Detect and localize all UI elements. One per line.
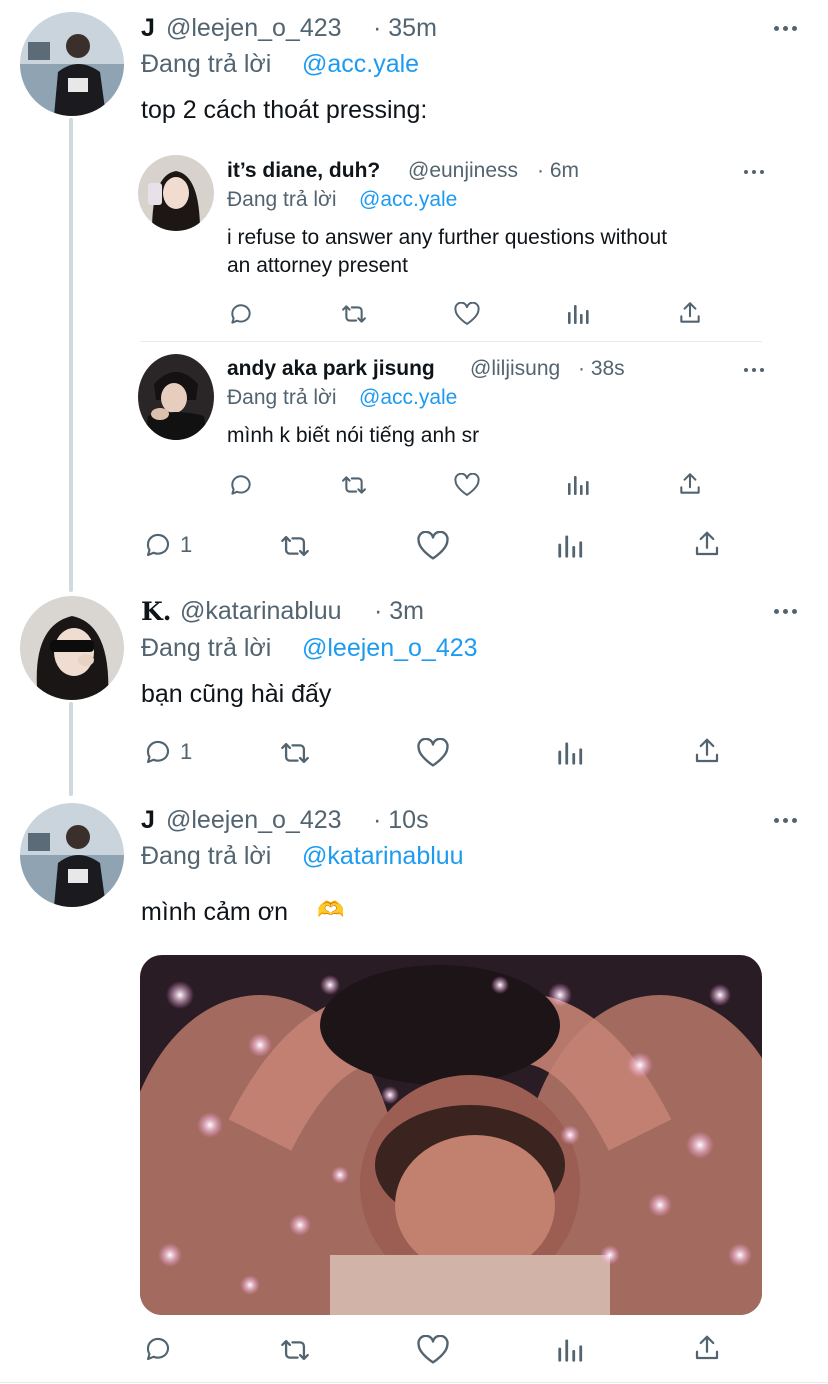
share-button[interactable]: [692, 736, 722, 766]
tweet-text: an attorney present: [227, 254, 408, 277]
divider: [0, 1382, 828, 1383]
author-handle[interactable]: @leejen_o_423: [166, 14, 342, 43]
retweet-button[interactable]: [339, 302, 369, 326]
timestamp[interactable]: · 6m: [537, 159, 579, 183]
reply-icon: [231, 304, 251, 324]
avatar[interactable]: [20, 803, 124, 907]
tweet-text: bạn cũng hài đấy: [141, 680, 332, 708]
heart-hands-emoji: 🫶: [317, 897, 345, 922]
reply-to-link[interactable]: @katarinabluu: [302, 842, 464, 871]
reply-to-link[interactable]: @leejen_o_423: [302, 634, 478, 663]
heart-icon: [417, 738, 449, 767]
reply-button[interactable]: [228, 301, 254, 327]
views-icon: [568, 305, 589, 324]
retweet-button[interactable]: [339, 473, 369, 497]
reply-prefix: Đang trả lời: [141, 50, 272, 78]
reply-to-link[interactable]: @acc.yale: [359, 188, 457, 212]
reply-button[interactable]: [142, 1334, 174, 1364]
reply-to-link[interactable]: @acc.yale: [302, 50, 419, 79]
reply-prefix: Đang trả lời: [227, 188, 337, 211]
divider: [140, 341, 762, 342]
views-button[interactable]: [556, 1336, 584, 1364]
more-icon[interactable]: [774, 818, 797, 823]
views-button[interactable]: [556, 532, 584, 560]
thread-line: [69, 118, 73, 592]
like-button[interactable]: [416, 1335, 450, 1365]
reply-button[interactable]: 1: [142, 530, 192, 560]
author-name[interactable]: andy aka park jisung: [227, 357, 435, 381]
timestamp[interactable]: · 10s: [373, 806, 429, 835]
author-handle[interactable]: @leejen_o_423: [166, 806, 342, 835]
share-icon: [695, 1335, 719, 1360]
avatar[interactable]: [20, 12, 124, 116]
retweet-button[interactable]: [276, 739, 314, 767]
heart-icon: [417, 531, 449, 560]
heart-icon: [417, 1335, 449, 1364]
reply-count: 1: [180, 739, 193, 764]
like-button[interactable]: [453, 302, 481, 326]
views-button[interactable]: [566, 473, 590, 497]
retweet-icon: [281, 535, 309, 557]
share-icon: [695, 531, 719, 556]
avatar[interactable]: [20, 596, 124, 700]
reply-prefix: Đang trả lời: [227, 386, 337, 409]
author-handle[interactable]: @katarinabluu: [180, 597, 342, 626]
tweet-text: mình cảm ơn: [141, 898, 288, 926]
heart-icon: [454, 473, 480, 496]
more-icon[interactable]: [774, 26, 797, 31]
share-icon: [695, 738, 719, 763]
reply-button[interactable]: [228, 472, 254, 498]
share-button[interactable]: [692, 1333, 722, 1363]
author-handle[interactable]: @eunjiness: [408, 159, 518, 183]
tweet-text: mình k biết nói tiếng anh sr: [227, 424, 480, 447]
views-button[interactable]: [556, 739, 584, 767]
more-icon[interactable]: [774, 609, 797, 614]
author-name[interactable]: K.: [141, 597, 171, 626]
reply-button[interactable]: 1: [142, 737, 192, 767]
retweet-icon: [281, 742, 309, 764]
author-handle[interactable]: @liljisung: [470, 357, 560, 381]
retweet-icon: [281, 1339, 309, 1361]
timestamp[interactable]: · 35m: [373, 14, 437, 43]
retweet-button[interactable]: [276, 532, 314, 560]
tweet-text: top 2 cách thoát pressing:: [141, 96, 428, 124]
share-icon: [680, 302, 700, 323]
more-icon[interactable]: [744, 170, 764, 174]
media-image[interactable]: [140, 955, 762, 1315]
like-button[interactable]: [453, 473, 481, 497]
thread-line: [69, 702, 73, 796]
author-name[interactable]: J: [141, 806, 155, 835]
share-button[interactable]: [692, 529, 722, 559]
views-icon: [558, 742, 583, 765]
more-icon[interactable]: [744, 368, 764, 372]
reply-to-link[interactable]: @acc.yale: [359, 386, 457, 410]
like-button[interactable]: [416, 531, 450, 561]
views-button[interactable]: [566, 302, 590, 326]
share-icon: [680, 473, 700, 494]
heart-icon: [454, 302, 480, 325]
timestamp[interactable]: · 3m: [374, 597, 424, 626]
share-button[interactable]: [677, 300, 703, 326]
retweet-icon: [342, 476, 366, 494]
views-icon: [558, 535, 583, 558]
reply-prefix: Đang trả lời: [141, 634, 272, 662]
reply-icon: [231, 475, 251, 495]
avatar[interactable]: [138, 354, 214, 440]
author-name[interactable]: it’s diane, duh?: [227, 159, 380, 183]
avatar[interactable]: [138, 155, 214, 231]
retweet-icon: [342, 305, 366, 323]
timestamp[interactable]: · 38s: [578, 357, 625, 381]
retweet-button[interactable]: [276, 1336, 314, 1364]
reply-icon: [146, 1337, 170, 1361]
views-icon: [568, 476, 589, 495]
share-button[interactable]: [677, 471, 703, 497]
like-button[interactable]: [416, 738, 450, 768]
author-name[interactable]: J: [141, 14, 155, 43]
reply-icon: [146, 740, 170, 764]
reply-count: 1: [180, 532, 193, 557]
reply-icon: [146, 533, 170, 557]
reply-prefix: Đang trả lời: [141, 842, 272, 870]
views-icon: [558, 1339, 583, 1362]
tweet-text: i refuse to answer any further questions…: [227, 226, 668, 249]
